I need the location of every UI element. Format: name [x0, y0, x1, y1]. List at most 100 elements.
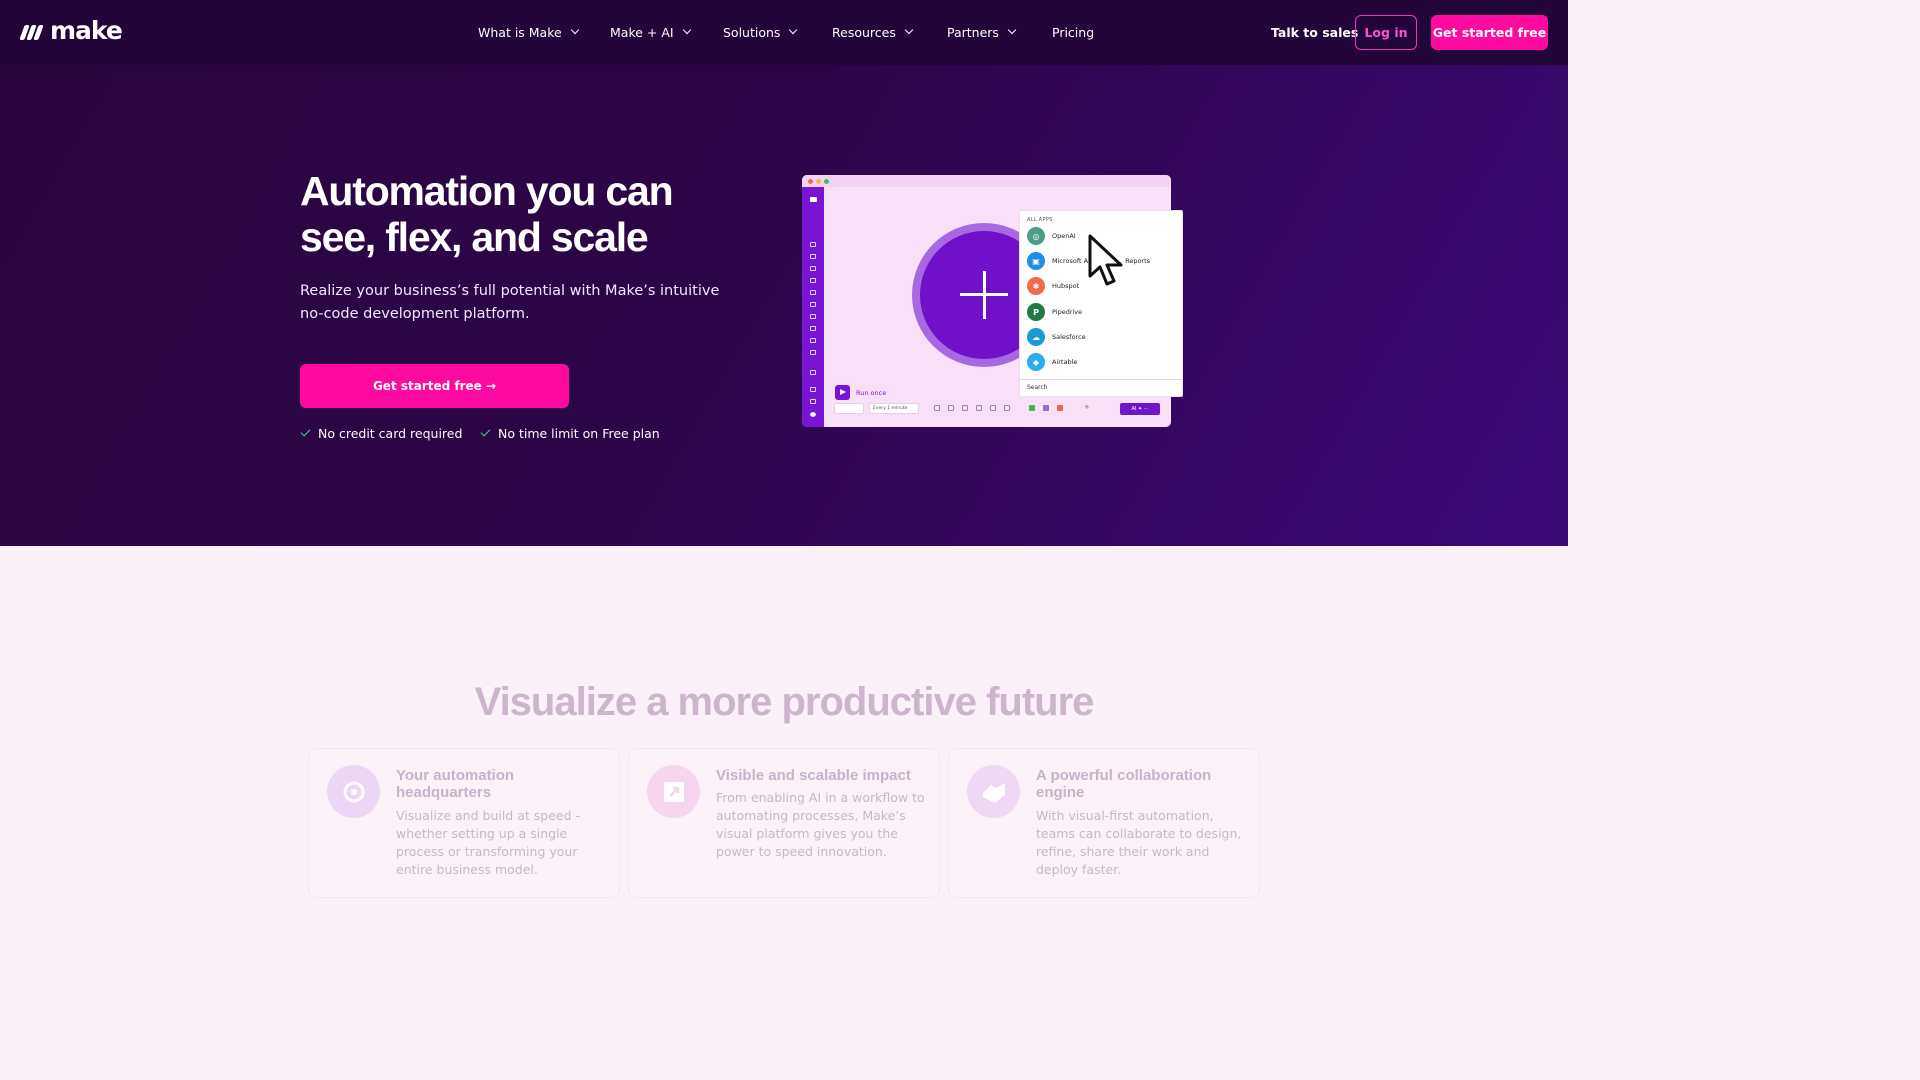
- mouse-pointer-icon: [1088, 234, 1123, 286]
- chevron-down-icon: [789, 25, 798, 34]
- schedule-field: Every 1 minute: [869, 403, 919, 414]
- get-started-button[interactable]: Get started free: [1431, 15, 1548, 50]
- nav-label: Pricing: [1052, 25, 1095, 40]
- plus-icon-vertical: [983, 271, 986, 319]
- nav-item-resources[interactable]: Resources: [832, 0, 914, 65]
- flow-control-icon: [990, 405, 996, 411]
- hero-section: [0, 0, 1568, 546]
- team-icon: [810, 254, 816, 259]
- help-icon: [810, 399, 816, 404]
- nav-item-solutions[interactable]: Solutions: [723, 0, 798, 65]
- app-item-hubspot: ✱ Hubspot: [1027, 277, 1079, 295]
- apps-header: ALL APPS: [1027, 217, 1053, 223]
- settings-icon: [948, 405, 954, 411]
- hero-title: Automation you can see, flex, and scale: [300, 168, 674, 260]
- close-dot-icon: [808, 178, 813, 184]
- toggle-off: [834, 403, 864, 414]
- app-item-openai: ◎ OpenAI: [1027, 227, 1076, 245]
- app-label: Microsoft A: [1052, 257, 1089, 265]
- nav-label: What is Make: [478, 25, 562, 40]
- feature-card-collaboration: A powerful collaboration engine With vis…: [948, 748, 1260, 898]
- ai-button: AI ✦ ···: [1120, 403, 1160, 415]
- sync-icon: [327, 765, 380, 818]
- mockup-sidebar: [802, 187, 824, 427]
- globe-icon: [810, 302, 816, 307]
- chevron-down-icon: [1007, 25, 1017, 34]
- play-icon: [835, 385, 850, 400]
- app-label: Airtable: [1052, 358, 1078, 366]
- feature-card-headquarters: Your automation headquarters Visualize a…: [308, 748, 620, 898]
- app-label: OpenAI: [1052, 232, 1076, 240]
- openai-icon: ◎: [1027, 227, 1045, 245]
- card-description: Visualize and build at speed - whether s…: [396, 808, 580, 877]
- add-favorite-icon: +: [1084, 403, 1090, 411]
- check-label: No time limit on Free plan: [498, 426, 660, 441]
- more-icon: [810, 370, 816, 375]
- nav-label: Resources: [832, 25, 896, 40]
- templates-icon: [810, 278, 816, 283]
- make-logo[interactable]: make: [19, 16, 123, 46]
- avatar: [810, 412, 816, 417]
- card-description: With visual-first automation, teams can …: [1036, 808, 1242, 877]
- pipedrive-icon: P: [1027, 303, 1045, 321]
- key-icon: [810, 314, 816, 319]
- check-icon: [480, 426, 491, 437]
- maximize-dot-icon: [824, 178, 829, 184]
- hero-cta-button[interactable]: Get started free →: [300, 364, 569, 408]
- app-label-tail: Reports: [1125, 257, 1151, 265]
- mockup-toolbar: Every 1 minute + AI ✦ ···: [834, 403, 1164, 415]
- app-label: Salesforce: [1052, 333, 1086, 341]
- card-title: Visible and scalable impact: [716, 767, 911, 784]
- chevron-down-icon: [682, 25, 691, 34]
- more-icon: [1004, 405, 1010, 411]
- database-icon: [810, 338, 816, 343]
- minimize-dot-icon: [816, 178, 821, 184]
- auto-align-icon: [976, 405, 982, 411]
- make-logo-icon: [810, 197, 817, 202]
- nav-item-what-is-make[interactable]: What is Make: [478, 0, 579, 65]
- nav-item-partners[interactable]: Partners: [947, 0, 1017, 65]
- nav-item-make-ai[interactable]: Make + AI: [610, 0, 691, 65]
- app-label: Hubspot: [1052, 282, 1080, 290]
- json-icon: [1057, 405, 1063, 411]
- nav-item-pricing[interactable]: Pricing: [1052, 0, 1094, 65]
- notifications-icon: [810, 387, 816, 392]
- save-icon: [934, 405, 940, 411]
- app-item-salesforce: ☁ Salesforce: [1027, 328, 1086, 346]
- login-button[interactable]: Log in: [1355, 15, 1417, 50]
- nav-label: Partners: [947, 25, 999, 40]
- home-icon: [810, 242, 816, 247]
- microsoft-icon: ▣: [1027, 252, 1045, 270]
- salesforce-icon: ☁: [1027, 328, 1045, 346]
- check-icon: [300, 426, 311, 437]
- app-item-airtable: ◆ Airtable: [1027, 353, 1077, 371]
- chevron-down-icon: [904, 25, 914, 34]
- tools-icon: [1029, 405, 1035, 411]
- hero-subtitle: Realize your business’s full potential w…: [300, 283, 720, 322]
- feature-card-impact: Visible and scalable impact From enablin…: [628, 748, 940, 898]
- window-titlebar: [802, 175, 1171, 187]
- device-icon: [810, 326, 816, 331]
- chevron-down-icon: [570, 25, 579, 34]
- nav-label: Make + AI: [610, 25, 674, 40]
- card-title: A powerful collaboration engine: [1036, 767, 1212, 801]
- talk-to-sales-link[interactable]: Talk to sales: [1271, 25, 1358, 40]
- share-icon: [810, 266, 816, 271]
- section-title: Visualize a more productive future: [474, 680, 1095, 724]
- run-once-button: Run once: [835, 385, 886, 400]
- check-no-time-limit: No time limit on Free plan: [480, 426, 660, 441]
- check-no-credit-card: No credit card required: [300, 426, 462, 441]
- hubspot-icon: ✱: [1027, 277, 1045, 295]
- apps-search: Search: [1020, 379, 1182, 395]
- card-title: Your automation headquarters: [396, 767, 515, 801]
- expand-icon: [647, 765, 700, 818]
- logo-text: make: [50, 16, 123, 45]
- run-once-label: Run once: [856, 388, 887, 397]
- make-logo-icon: [19, 22, 44, 40]
- app-label: Pipedrive: [1052, 308, 1083, 316]
- check-label: No credit card required: [318, 426, 463, 441]
- airtable-icon: ◆: [1027, 353, 1045, 371]
- flow-icon: [810, 350, 816, 355]
- notes-icon: [962, 405, 968, 411]
- handshake-icon: [967, 765, 1020, 818]
